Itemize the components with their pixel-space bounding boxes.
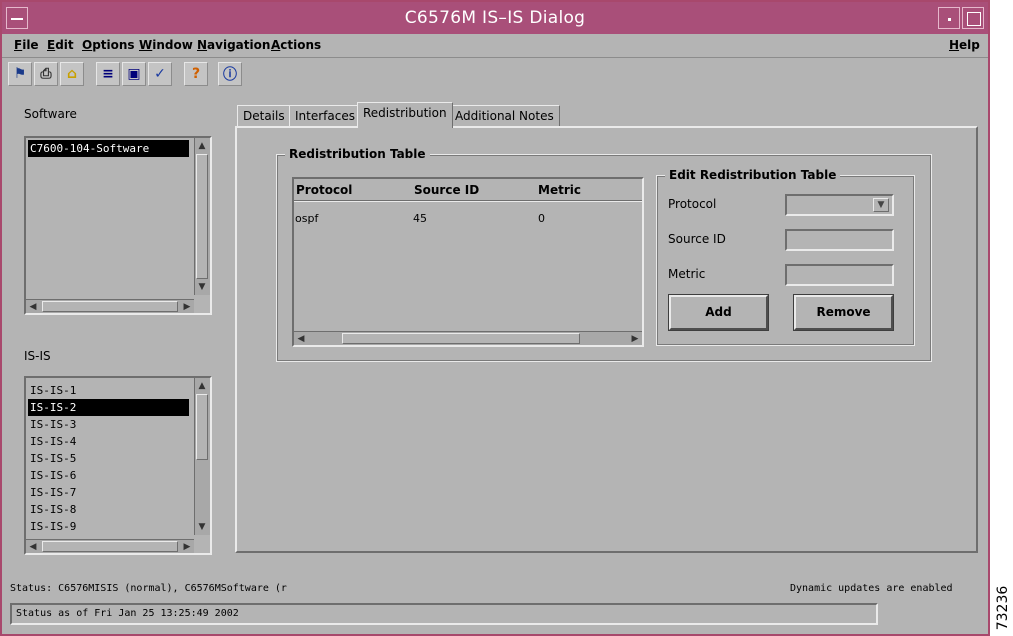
list-button[interactable]: ≡ [96, 62, 120, 86]
list-item[interactable]: C7600-104-Software [28, 140, 189, 157]
scroll-left-icon[interactable]: ◀ [294, 332, 308, 346]
metric-label: Metric [668, 267, 706, 281]
menu-help[interactable]: Help [949, 38, 980, 52]
tab-interfaces[interactable]: Interfaces [289, 105, 361, 127]
protocol-label: Protocol [668, 197, 717, 211]
list-item[interactable]: IS-IS-5 [28, 450, 189, 467]
folder-open-icon: ⌂ [66, 66, 78, 82]
list-item[interactable]: IS-IS-1 [28, 382, 189, 399]
menu-file[interactable]: File [14, 38, 39, 52]
menu-options[interactable]: Options [82, 38, 135, 52]
scroll-down-icon[interactable]: ▼ [195, 280, 209, 294]
isis-listbox[interactable]: IS-IS-1 IS-IS-2 IS-IS-3 IS-IS-4 IS-IS-5 … [24, 376, 212, 555]
table-header-divider [294, 200, 642, 202]
figure-number: 73236 [993, 580, 1013, 636]
title-bar[interactable]: C6576M IS–IS Dialog [2, 2, 988, 34]
tab-details[interactable]: Details [237, 105, 291, 127]
cell-source-id: 45 [413, 212, 427, 225]
add-button[interactable]: Add [668, 294, 769, 331]
column-header-protocol[interactable]: Protocol [296, 183, 352, 197]
run-button[interactable]: ⚑ [8, 62, 32, 86]
list-item[interactable]: IS-IS-7 [28, 484, 189, 501]
checkmark-icon: ✓ [154, 66, 166, 82]
list-item[interactable]: IS-IS-6 [28, 467, 189, 484]
menu-bar: File Edit Options Window Navigation Acti… [2, 34, 988, 58]
chevron-down-icon[interactable]: ▼ [873, 198, 889, 212]
software-label: Software [24, 107, 77, 121]
dialog-window: C6576M IS–IS Dialog File Edit Options Wi… [0, 0, 990, 636]
monitor-button[interactable]: ▣ [122, 62, 146, 86]
list-item[interactable]: IS-IS-3 [28, 416, 189, 433]
scroll-thumb[interactable] [196, 394, 208, 460]
software-horizontal-scrollbar[interactable]: ◀ ▶ [26, 299, 194, 313]
info-icon: ⓘ [223, 67, 237, 83]
column-header-metric[interactable]: Metric [538, 183, 581, 197]
monitor-icon: ▣ [127, 66, 141, 82]
verify-button[interactable]: ✓ [148, 62, 172, 86]
scroll-left-icon[interactable]: ◀ [26, 300, 40, 314]
scroll-thumb[interactable] [42, 301, 178, 312]
software-listbox[interactable]: C7600-104-Software ▲ ▼ ◀ ▶ [24, 136, 212, 315]
isis-list: IS-IS-1 IS-IS-2 IS-IS-3 IS-IS-4 IS-IS-5 … [28, 382, 189, 535]
list-icon: ≡ [102, 66, 114, 82]
isis-horizontal-scrollbar[interactable]: ◀ ▶ [26, 539, 194, 553]
isis-label: IS-IS [24, 349, 51, 363]
list-item[interactable]: IS-IS-2 [28, 399, 189, 416]
list-item[interactable]: IS-IS-4 [28, 433, 189, 450]
scroll-left-icon[interactable]: ◀ [26, 540, 40, 554]
list-item[interactable]: IS-IS-8 [28, 501, 189, 518]
scroll-thumb[interactable] [196, 154, 208, 279]
tab-additional-notes[interactable]: Additional Notes [449, 105, 560, 127]
isis-vertical-scrollbar[interactable]: ▲ ▼ [194, 378, 210, 535]
scroll-thumb[interactable] [42, 541, 178, 552]
edit-group-title: Edit Redistribution Table [665, 168, 841, 182]
figure-number-text: 73236 [995, 585, 1011, 631]
maximize-button[interactable] [962, 7, 984, 29]
table-horizontal-scrollbar[interactable]: ◀ ▶ [294, 331, 642, 345]
status-timestamp-field: Status as of Fri Jan 25 13:25:49 2002 [10, 603, 878, 625]
cell-protocol: ospf [295, 212, 319, 225]
software-vertical-scrollbar[interactable]: ▲ ▼ [194, 138, 210, 295]
column-header-source-id[interactable]: Source ID [414, 183, 479, 197]
scroll-right-icon[interactable]: ▶ [628, 332, 642, 346]
protocol-combobox[interactable]: ▼ [785, 194, 894, 216]
scroll-down-icon[interactable]: ▼ [195, 520, 209, 534]
menu-navigation[interactable]: Navigation [197, 38, 270, 52]
scroll-right-icon[interactable]: ▶ [180, 540, 194, 554]
menu-edit[interactable]: Edit [47, 38, 74, 52]
minimize-button[interactable] [938, 7, 960, 29]
list-item[interactable]: IS-IS-9 [28, 518, 189, 535]
print-button[interactable]: ⎙ [34, 62, 58, 86]
run-icon: ⚑ [13, 66, 27, 82]
remove-button[interactable]: Remove [793, 294, 894, 331]
open-button[interactable]: ⌂ [60, 62, 84, 86]
metric-input[interactable] [785, 264, 894, 286]
source-id-input[interactable] [785, 229, 894, 251]
menu-actions[interactable]: Actions [271, 38, 321, 52]
help-question-icon: ? [191, 66, 201, 82]
window-title: C6576M IS–IS Dialog [404, 8, 586, 28]
redistribution-table[interactable]: Protocol Source ID Metric ospf 45 0 ◀ ▶ [292, 177, 644, 347]
menu-window[interactable]: Window [139, 38, 193, 52]
cell-metric: 0 [538, 212, 545, 225]
source-id-label: Source ID [668, 232, 726, 246]
help-button[interactable]: ? [184, 62, 208, 86]
scroll-up-icon[interactable]: ▲ [195, 139, 209, 153]
printer-icon: ⎙ [40, 66, 52, 82]
software-list: C7600-104-Software [28, 140, 189, 157]
info-button[interactable]: ⓘ [218, 62, 242, 86]
status-text: Status: C6576MISIS (normal), C6576MSoftw… [10, 583, 287, 594]
tab-redistribution[interactable]: Redistribution [357, 102, 453, 128]
scroll-thumb[interactable] [342, 333, 580, 344]
redistribution-group-title: Redistribution Table [285, 147, 430, 161]
scroll-right-icon[interactable]: ▶ [180, 300, 194, 314]
dynamic-updates-text: Dynamic updates are enabled [790, 583, 953, 594]
scroll-up-icon[interactable]: ▲ [195, 379, 209, 393]
